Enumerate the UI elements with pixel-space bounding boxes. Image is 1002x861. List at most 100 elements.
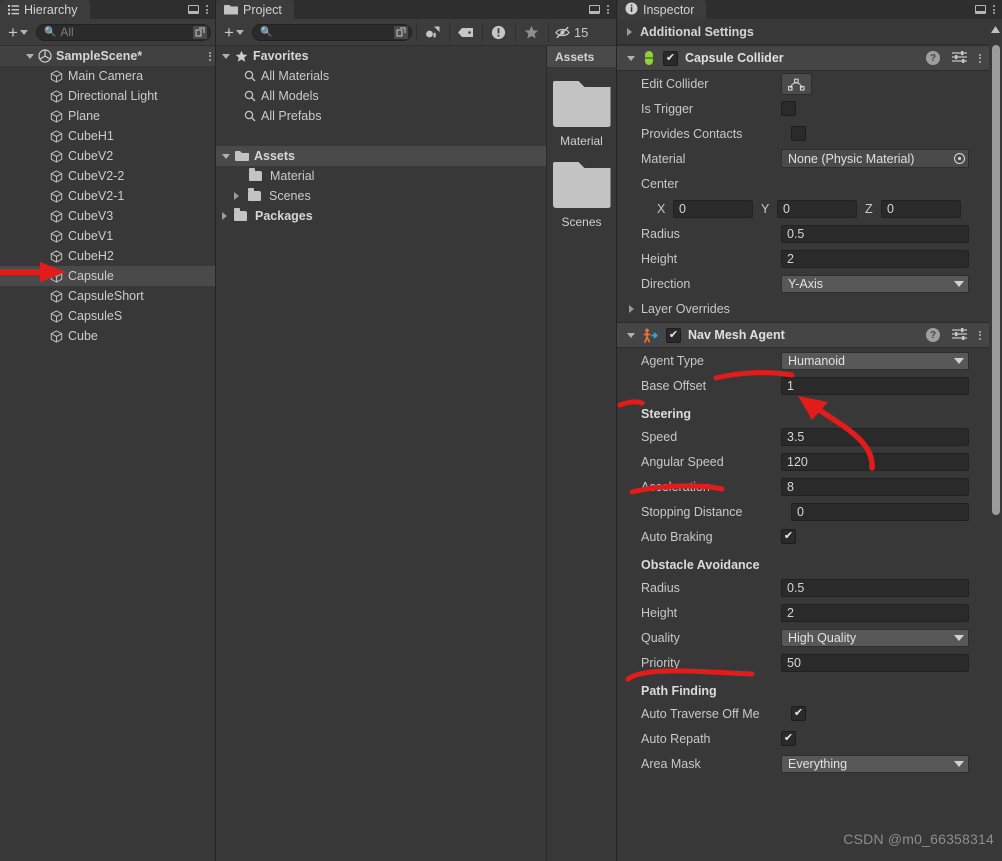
input-stopping-distance[interactable]: 0	[791, 502, 969, 521]
scene-menu-icon[interactable]	[209, 51, 211, 61]
filter-by-label-icon[interactable]	[454, 22, 478, 42]
dropdown-agent-type[interactable]: Humanoid	[781, 351, 969, 370]
hierarchy-menu-icon[interactable]	[206, 5, 208, 14]
expand-triangle-icon[interactable]	[222, 153, 230, 159]
filter-favorites-icon[interactable]	[520, 22, 544, 42]
hierarchy-item-cubev2-2[interactable]: CubeV2-2	[0, 166, 215, 186]
project-assets-row[interactable]: Assets	[216, 146, 546, 166]
input-angular-speed[interactable]: 120	[781, 452, 969, 471]
dock-icon[interactable]	[975, 5, 986, 14]
input-base-offset[interactable]: 1	[781, 376, 969, 395]
project-asset-grid[interactable]: Assets Material Scenes	[546, 46, 616, 861]
hierarchy-item-plane[interactable]: Plane	[0, 106, 215, 126]
project-packages-row[interactable]: Packages	[216, 206, 546, 226]
scroll-up-arrow-icon[interactable]	[991, 22, 1000, 33]
hierarchy-tree[interactable]: SampleScene* Main Camera Directional Ligh…	[0, 46, 215, 861]
checkbox-provides-contacts[interactable]	[791, 126, 806, 141]
expand-triangle-icon[interactable]	[26, 53, 34, 59]
hierarchy-item-capsules[interactable]: CapsuleS	[0, 306, 215, 326]
dropdown-area-mask[interactable]: Everything	[781, 754, 969, 773]
checkbox-auto-braking[interactable]	[781, 529, 796, 544]
additional-settings-foldout[interactable]: Additional Settings	[617, 19, 989, 45]
tab-inspector[interactable]: Inspector	[617, 0, 707, 19]
foldout-layer-overrides[interactable]: Layer Overrides	[617, 296, 989, 322]
favorite-item-all-materials[interactable]: All Materials	[216, 66, 546, 86]
hierarchy-item-cubev3[interactable]: CubeV3	[0, 206, 215, 226]
input-priority[interactable]: 50	[781, 653, 969, 672]
hierarchy-item-cubeh2[interactable]: CubeH2	[0, 246, 215, 266]
component-header-capsule-collider[interactable]: Capsule Collider?	[617, 45, 989, 71]
favorite-item-all-models[interactable]: All Models	[216, 86, 546, 106]
dock-icon[interactable]	[188, 5, 199, 14]
assets-child-material[interactable]: Material	[216, 166, 546, 186]
project-panel: Project + 🔍 15 Favorites All Materials A…	[216, 0, 616, 861]
project-search-input[interactable]: 🔍	[251, 23, 412, 41]
checkbox-auto-repath[interactable]	[781, 731, 796, 746]
vector3-y-input[interactable]: 0	[777, 199, 857, 218]
component-menu-icon[interactable]	[979, 53, 981, 63]
dropdown-quality[interactable]: High Quality	[781, 628, 969, 647]
hierarchy-item-capsule[interactable]: Capsule	[0, 266, 215, 286]
hidden-packages-toggle[interactable]: 15	[553, 22, 588, 42]
component-menu-icon[interactable]	[979, 330, 981, 340]
hierarchy-item-cubeh1[interactable]: CubeH1	[0, 126, 215, 146]
hierarchy-item-cubev1[interactable]: CubeV1	[0, 226, 215, 246]
collapse-triangle-icon[interactable]	[234, 192, 239, 200]
input-height[interactable]: 2	[781, 249, 969, 268]
dock-icon[interactable]	[589, 5, 600, 14]
inspector-menu-icon[interactable]	[993, 5, 995, 14]
component-header-nav-mesh-agent[interactable]: Nav Mesh Agent?	[617, 322, 989, 348]
hierarchy-add-button[interactable]: +	[4, 24, 32, 41]
filter-by-type-icon[interactable]	[421, 22, 445, 42]
asset-item-material[interactable]: Material	[547, 67, 616, 148]
preset-icon[interactable]	[952, 50, 967, 66]
hierarchy-item-capsuleshort[interactable]: CapsuleShort	[0, 286, 215, 306]
project-tree[interactable]: Favorites All Materials All Models All Pre…	[216, 46, 546, 861]
asset-item-scenes[interactable]: Scenes	[547, 148, 616, 229]
project-favorites-row[interactable]: Favorites	[216, 46, 546, 66]
filter-warnings-icon[interactable]	[487, 22, 511, 42]
vector3-x-input[interactable]: 0	[673, 199, 753, 218]
help-icon[interactable]: ?	[926, 328, 940, 342]
hierarchy-item-directional-light[interactable]: Directional Light	[0, 86, 215, 106]
tab-project[interactable]: Project	[216, 0, 294, 19]
hierarchy-item-cube[interactable]: Cube	[0, 326, 215, 346]
hierarchy-search-input[interactable]: 🔍 All	[35, 23, 211, 41]
project-add-button[interactable]: +	[220, 24, 248, 41]
project-menu-icon[interactable]	[607, 5, 609, 14]
scrollbar-thumb[interactable]	[992, 45, 1000, 515]
checkbox-auto-traverse-off-me[interactable]	[791, 706, 806, 721]
objectfield-material[interactable]: None (Physic Material)	[781, 149, 969, 168]
expand-triangle-icon[interactable]	[627, 332, 635, 338]
vector3-z-input[interactable]: 0	[881, 199, 961, 218]
collapse-triangle-icon[interactable]	[629, 305, 634, 313]
tab-hierarchy[interactable]: Hierarchy	[0, 0, 90, 19]
help-icon[interactable]: ?	[926, 51, 940, 65]
axis-label-x: X	[657, 201, 666, 216]
hierarchy-item-main-camera[interactable]: Main Camera	[0, 66, 215, 86]
expand-triangle-icon[interactable]	[627, 55, 635, 61]
component-enabled-checkbox[interactable]	[666, 327, 681, 343]
checkbox-is-trigger[interactable]	[781, 101, 796, 116]
component-enabled-checkbox[interactable]	[663, 50, 678, 66]
expand-triangle-icon[interactable]	[222, 53, 230, 59]
collapse-triangle-icon[interactable]	[627, 27, 632, 36]
inspector-scrollbar[interactable]	[989, 19, 1002, 861]
input-radius[interactable]: 0.5	[781, 578, 969, 597]
dropdown-direction[interactable]: Y-Axis	[781, 274, 969, 293]
scene-root-row[interactable]: SampleScene*	[0, 46, 215, 66]
input-radius[interactable]: 0.5	[781, 224, 969, 243]
hierarchy-item-cubev2-1[interactable]: CubeV2-1	[0, 186, 215, 206]
input-speed[interactable]: 3.5	[781, 427, 969, 446]
input-height[interactable]: 2	[781, 603, 969, 622]
edit-collider-button[interactable]	[781, 72, 812, 95]
assets-child-scenes[interactable]: Scenes	[216, 186, 546, 206]
input-acceleration[interactable]: 8	[781, 477, 969, 496]
hierarchy-search-popout-button[interactable]	[192, 24, 208, 40]
collapse-triangle-icon[interactable]	[222, 212, 227, 220]
preset-icon[interactable]	[952, 327, 967, 343]
favorite-item-all-prefabs[interactable]: All Prefabs	[216, 106, 546, 126]
project-search-popout-button[interactable]	[392, 24, 409, 40]
hierarchy-item-cubev2[interactable]: CubeV2	[0, 146, 215, 166]
object-picker-icon[interactable]	[950, 150, 968, 167]
